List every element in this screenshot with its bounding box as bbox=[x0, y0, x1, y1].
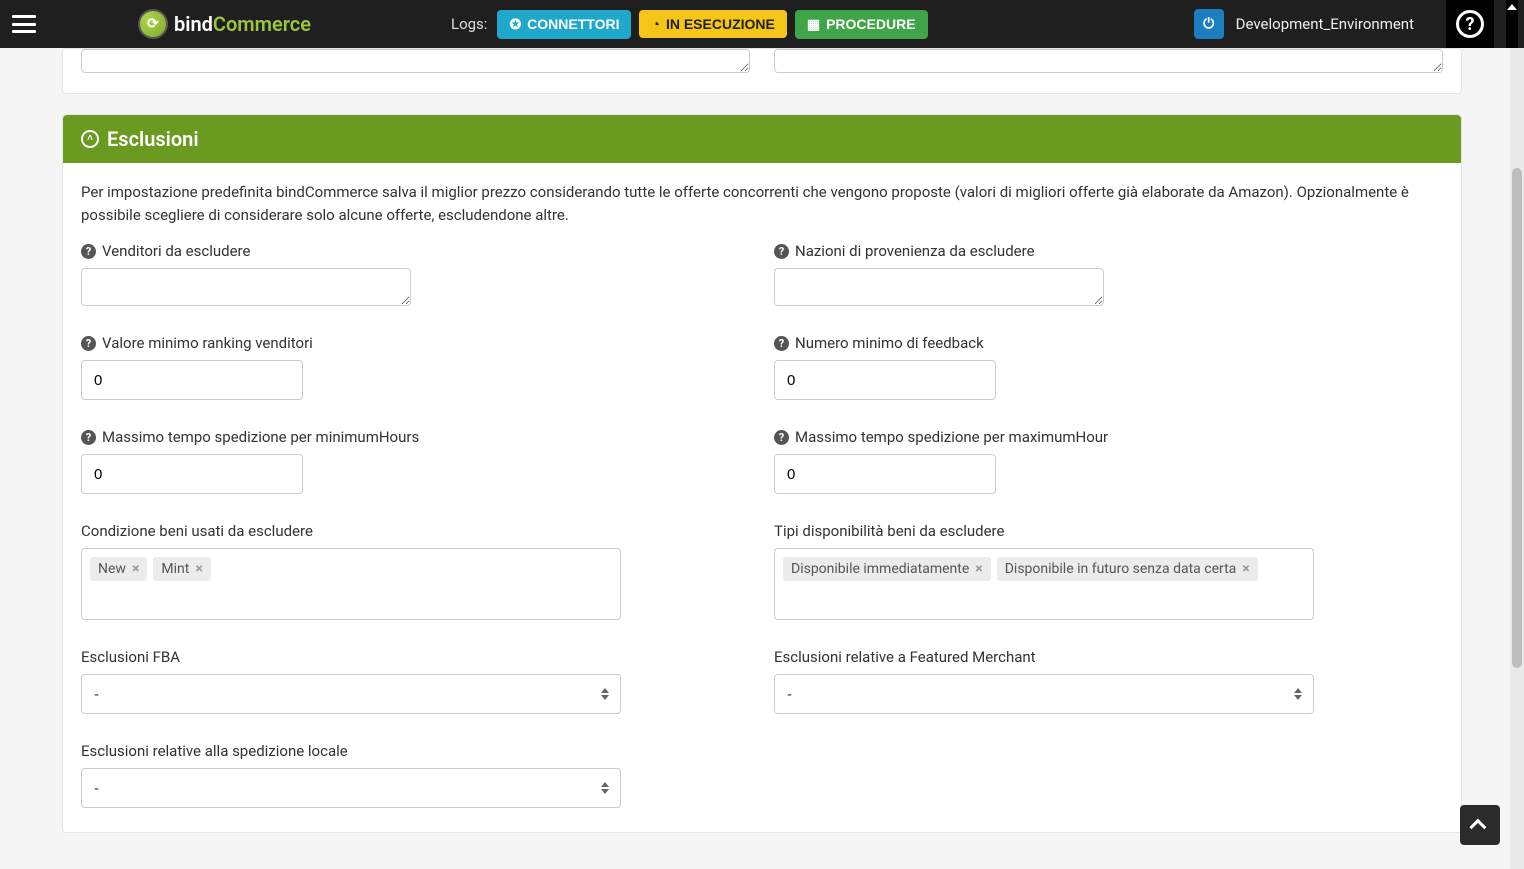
env-icon[interactable]: ⏻ bbox=[1194, 9, 1224, 39]
group-min-ranking: ? Valore minimo ranking venditori bbox=[81, 334, 750, 400]
label-min-feedback: ? Numero minimo di feedback bbox=[774, 334, 1443, 352]
tag-item: Mint × bbox=[153, 557, 210, 581]
menu-toggle[interactable] bbox=[0, 0, 48, 48]
group-max-sped-max: ? Massimo tempo spedizione per maximumHo… bbox=[774, 428, 1443, 494]
form-grid: ? Venditori da escludere ? Nazioni di pr… bbox=[63, 242, 1461, 832]
procedure-button[interactable]: ▦ PROCEDURE bbox=[795, 10, 928, 39]
connettori-label: CONNETTORI bbox=[527, 16, 619, 32]
input-max-sped-max[interactable] bbox=[774, 454, 996, 494]
prev-textarea-right[interactable] bbox=[774, 49, 1443, 73]
env-name: Development_Environment bbox=[1236, 15, 1414, 33]
info-icon[interactable]: ? bbox=[81, 336, 96, 351]
procedure-label: PROCEDURE bbox=[826, 16, 915, 32]
esclusioni-header[interactable]: ˄ Esclusioni bbox=[63, 115, 1461, 163]
input-min-feedback[interactable] bbox=[774, 360, 996, 400]
info-icon[interactable]: ? bbox=[774, 430, 789, 445]
logo-icon: ⟳ bbox=[138, 9, 168, 39]
group-min-feedback: ? Numero minimo di feedback bbox=[774, 334, 1443, 400]
calendar-icon: ▦ bbox=[807, 16, 820, 33]
input-nazioni-escludere[interactable] bbox=[774, 268, 1104, 306]
scrollbar-track[interactable] bbox=[1510, 48, 1524, 869]
tag-item: Disponibile in futuro senza data certa × bbox=[997, 557, 1258, 581]
esecuzione-button[interactable]: ◔ IN ESECUZIONE bbox=[639, 10, 786, 38]
label-esclusioni-fba: Esclusioni FBA bbox=[81, 648, 750, 666]
esclusioni-card: ˄ Esclusioni Per impostazione predefinit… bbox=[62, 114, 1462, 833]
top-center: Logs: ✪ CONNETTORI ◔ IN ESECUZIONE ▦ PRO… bbox=[451, 10, 928, 39]
page-wrap: ˄ Esclusioni Per impostazione predefinit… bbox=[0, 48, 1524, 833]
label-nazioni-escludere: ? Nazioni di provenienza da escludere bbox=[774, 242, 1443, 260]
scrollbar-thumb[interactable] bbox=[1512, 168, 1522, 668]
tagbox-condizione-usati[interactable]: New × Mint × bbox=[81, 548, 621, 620]
side-toggle[interactable] bbox=[1506, 0, 1518, 48]
input-max-sped-min[interactable] bbox=[81, 454, 303, 494]
tag-remove-icon[interactable]: × bbox=[975, 561, 982, 577]
sync-icon: ✪ bbox=[509, 16, 521, 33]
help-icon: ? bbox=[1456, 10, 1484, 38]
scroll-to-top-button[interactable] bbox=[1460, 805, 1500, 845]
esclusioni-title: Esclusioni bbox=[107, 127, 199, 151]
group-esclusioni-featured: Esclusioni relative a Featured Merchant … bbox=[774, 648, 1443, 714]
select-esclusioni-featured[interactable]: - bbox=[774, 674, 1314, 714]
select-esclusioni-locale[interactable]: - bbox=[81, 768, 621, 808]
top-bar: ⟳ bindCommerce Logs: ✪ CONNETTORI ◔ IN E… bbox=[0, 0, 1524, 48]
prev-textarea-row bbox=[63, 49, 1461, 93]
logs-label: Logs: bbox=[451, 15, 487, 33]
tag-remove-icon[interactable]: × bbox=[195, 561, 202, 577]
tag-remove-icon[interactable]: × bbox=[132, 561, 139, 577]
group-max-sped-min: ? Massimo tempo spedizione per minimumHo… bbox=[81, 428, 750, 494]
group-esclusioni-fba: Esclusioni FBA - bbox=[81, 648, 750, 714]
clock-icon: ◔ bbox=[651, 16, 659, 32]
logo-text: bindCommerce bbox=[174, 12, 311, 36]
prev-textarea-left[interactable] bbox=[81, 49, 750, 73]
tag-item: New × bbox=[90, 557, 147, 581]
label-condizione-usati: Condizione beni usati da escludere bbox=[81, 522, 750, 540]
info-icon[interactable]: ? bbox=[774, 244, 789, 259]
label-tipi-disponibilita: Tipi disponibilità beni da escludere bbox=[774, 522, 1443, 540]
label-max-sped-min: ? Massimo tempo spedizione per minimumHo… bbox=[81, 428, 750, 446]
select-esclusioni-fba[interactable]: - bbox=[81, 674, 621, 714]
triangle-up-icon bbox=[1507, 4, 1517, 10]
label-venditori-escludere: ? Venditori da escludere bbox=[81, 242, 750, 260]
help-button[interactable]: ? bbox=[1446, 0, 1494, 48]
tagbox-tipi-disponibilita[interactable]: Disponibile immediatamente × Disponibile… bbox=[774, 548, 1314, 620]
label-min-ranking: ? Valore minimo ranking venditori bbox=[81, 334, 750, 352]
label-max-sped-max: ? Massimo tempo spedizione per maximumHo… bbox=[774, 428, 1443, 446]
group-venditori-escludere: ? Venditori da escludere bbox=[81, 242, 750, 306]
chevron-up-icon bbox=[1469, 819, 1486, 836]
info-icon[interactable]: ? bbox=[81, 430, 96, 445]
tag-label: Disponibile in futuro senza data certa bbox=[1005, 561, 1237, 577]
tag-remove-icon[interactable]: × bbox=[1242, 561, 1249, 577]
info-icon[interactable]: ? bbox=[774, 336, 789, 351]
label-esclusioni-locale: Esclusioni relative alla spedizione loca… bbox=[81, 742, 750, 760]
tag-label: Disponibile immediatamente bbox=[791, 561, 969, 577]
input-venditori-escludere[interactable] bbox=[81, 268, 411, 306]
group-nazioni-escludere: ? Nazioni di provenienza da escludere bbox=[774, 242, 1443, 306]
group-esclusioni-locale: Esclusioni relative alla spedizione loca… bbox=[81, 742, 750, 808]
label-esclusioni-featured: Esclusioni relative a Featured Merchant bbox=[774, 648, 1443, 666]
tag-item: Disponibile immediatamente × bbox=[783, 557, 991, 581]
esecuzione-label: IN ESECUZIONE bbox=[666, 16, 775, 32]
input-min-ranking[interactable] bbox=[81, 360, 303, 400]
hamburger-icon bbox=[12, 15, 36, 33]
info-icon[interactable]: ? bbox=[81, 244, 96, 259]
group-tipi-disponibilita: Tipi disponibilità beni da escludere Dis… bbox=[774, 522, 1443, 620]
previous-card bbox=[62, 48, 1462, 94]
tag-label: New bbox=[98, 561, 126, 577]
connettori-button[interactable]: ✪ CONNETTORI bbox=[497, 10, 631, 39]
esclusioni-description: Per impostazione predefinita bindCommerc… bbox=[63, 163, 1461, 242]
logo[interactable]: ⟳ bindCommerce bbox=[138, 9, 311, 39]
group-condizione-usati: Condizione beni usati da escludere New ×… bbox=[81, 522, 750, 620]
chevron-up-icon: ˄ bbox=[81, 130, 99, 148]
tag-label: Mint bbox=[161, 561, 189, 577]
top-right: ⏻ Development_Environment ? bbox=[1194, 0, 1524, 48]
